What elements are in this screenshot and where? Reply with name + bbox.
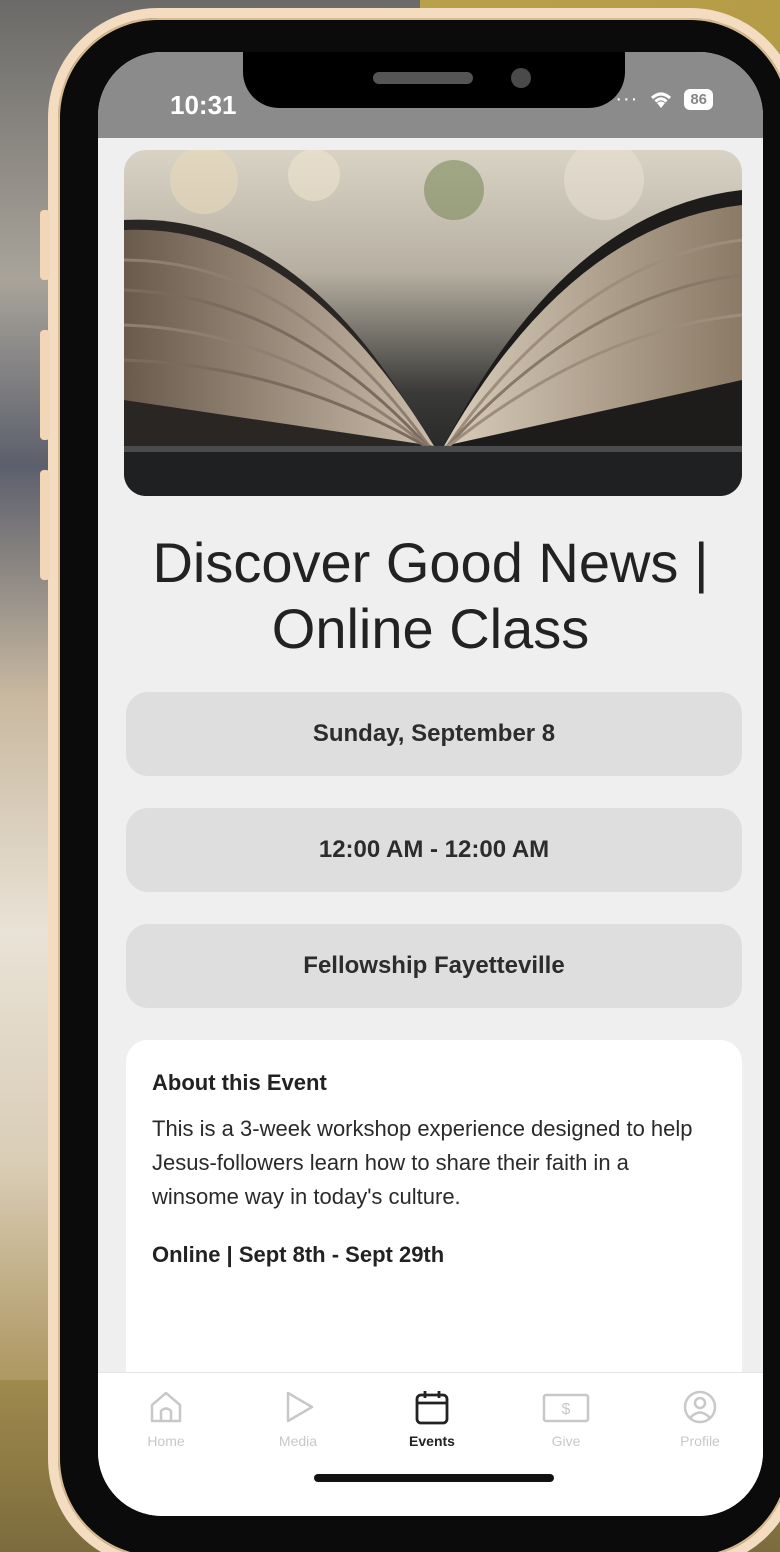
phone-screen: 10:31 ··· 86 Discover Good News | Online… — [98, 52, 763, 1516]
speaker — [373, 72, 473, 84]
tab-give[interactable]: $ Give — [506, 1387, 626, 1449]
mute-switch — [40, 210, 50, 280]
tab-home-label: Home — [147, 1433, 185, 1449]
calendar-icon — [415, 1391, 449, 1425]
svg-text:$: $ — [562, 1401, 571, 1418]
battery-icon: 86 — [684, 89, 713, 110]
status-icons: ··· 86 — [615, 88, 713, 111]
status-time: 10:31 — [170, 90, 237, 120]
about-event-card: About this Event This is a 3-week worksh… — [126, 1040, 742, 1400]
event-time-pill: 12:00 AM - 12:00 AM — [126, 808, 742, 892]
about-body: This is a 3-week workshop experience des… — [152, 1116, 693, 1209]
volume-down-button — [40, 470, 50, 580]
home-icon — [150, 1391, 182, 1423]
event-title: Discover Good News | Online Class — [98, 530, 763, 662]
event-title-line2: Online Class — [271, 597, 590, 660]
tab-events-label: Events — [409, 1433, 455, 1449]
notch — [243, 52, 625, 108]
about-subheading: Online | Sept 8th - Sept 29th — [152, 1242, 445, 1267]
tab-give-label: Give — [551, 1433, 581, 1449]
tab-profile[interactable]: Profile — [640, 1387, 760, 1449]
play-icon — [286, 1391, 314, 1423]
tab-media[interactable]: Media — [238, 1387, 358, 1449]
tab-home[interactable]: Home — [106, 1387, 226, 1449]
event-location-pill[interactable]: Fellowship Fayetteville — [126, 924, 742, 1008]
profile-icon — [683, 1390, 717, 1424]
about-heading: About this Event — [152, 1070, 327, 1095]
home-indicator[interactable] — [314, 1474, 554, 1482]
dollar-icon: $ — [542, 1393, 590, 1423]
camera — [511, 68, 531, 88]
tab-events[interactable]: Events — [372, 1387, 492, 1449]
tab-media-label: Media — [278, 1433, 318, 1449]
volume-up-button — [40, 330, 50, 440]
tab-bar: Home Media Events $ Give Profile — [98, 1372, 763, 1516]
event-date-pill: Sunday, September 8 — [126, 692, 742, 776]
open-book-image — [124, 150, 742, 496]
tab-profile-label: Profile — [680, 1433, 720, 1449]
wifi-icon — [651, 92, 672, 108]
event-title-line1: Discover Good News | — [152, 531, 709, 594]
event-hero-image — [124, 150, 742, 496]
